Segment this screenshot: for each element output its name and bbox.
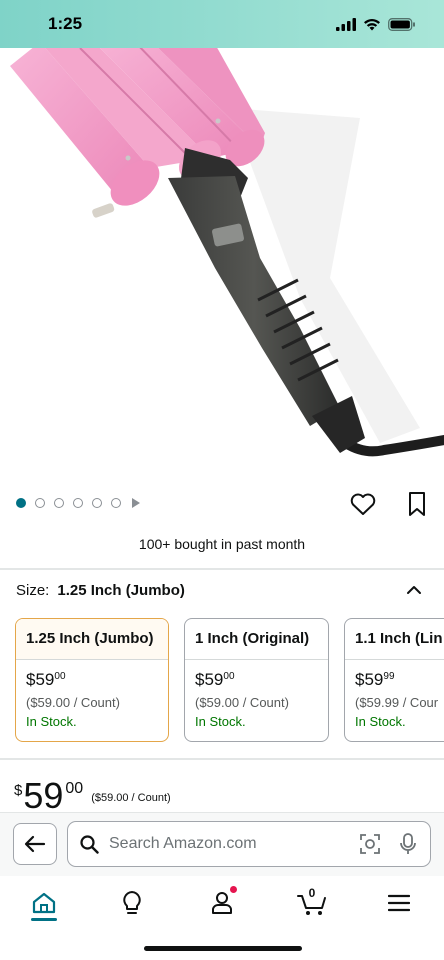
wishlist-heart-icon[interactable] (350, 492, 376, 516)
nav-home[interactable] (29, 888, 59, 918)
main-price: $ 59 00 ($59.00 / Count) (14, 778, 171, 814)
price-symbol: $ (14, 782, 23, 799)
nav-account[interactable] (207, 885, 238, 918)
status-time: 1:25 (48, 14, 83, 33)
notification-dot (229, 885, 238, 894)
size-option-card[interactable]: 1 Inch (Original) $5900 ($59.00 / Count)… (184, 618, 329, 742)
size-selected-value: 1.25 Inch (Jumbo) (57, 582, 185, 599)
carousel-dot[interactable] (16, 498, 26, 508)
status-icons (336, 17, 416, 31)
price-unit: ($59.00 / Count) (91, 792, 171, 804)
nav-active-indicator (31, 918, 57, 921)
size-option-name: 1 Inch (Original) (185, 619, 328, 660)
carousel-dot[interactable] (35, 498, 45, 508)
search-icon (80, 834, 99, 854)
size-selector-header[interactable]: Size: 1.25 Inch (Jumbo) (16, 582, 428, 599)
battery-icon (388, 17, 415, 31)
cart-count: 0 (308, 886, 316, 900)
size-options-scroller[interactable]: 1.25 Inch (Jumbo) $5900 ($59.00 / Count)… (15, 618, 444, 744)
video-play-icon[interactable] (132, 498, 140, 508)
menu-icon (388, 894, 410, 912)
size-option-stock: In Stock. (195, 714, 246, 729)
arrow-left-icon (24, 835, 46, 853)
size-option-unit-price: ($59.00 / Count) (26, 695, 120, 710)
size-option-price: $5999 (355, 670, 395, 689)
price-whole: 59 (23, 775, 64, 816)
back-button[interactable] (13, 823, 57, 865)
size-option-price: $5900 (26, 670, 66, 689)
section-divider (0, 758, 444, 760)
carousel-dot[interactable] (92, 498, 102, 508)
size-option-unit-price: ($59.99 / Cour (355, 695, 439, 710)
chevron-up-icon[interactable] (406, 582, 422, 598)
status-bar: 1:25 (0, 0, 444, 48)
bought-past-month: 100+ bought in past month (138, 536, 306, 552)
home-indicator (144, 946, 302, 951)
search-input[interactable]: Search Amazon.com (67, 821, 431, 867)
nav-menu[interactable] (384, 888, 414, 918)
size-option-card[interactable]: 1.1 Inch (Lin $5999 ($59.99 / Cour In St… (344, 618, 444, 742)
size-option-price: $5900 (195, 670, 235, 689)
camera-lens-icon[interactable] (360, 834, 380, 854)
hair-waver-image (10, 48, 444, 457)
size-label: Size: (16, 582, 50, 599)
size-option-card[interactable]: 1.25 Inch (Jumbo) $5900 ($59.00 / Count)… (15, 618, 169, 742)
nav-inspire[interactable] (117, 888, 147, 918)
size-option-name: 1.1 Inch (Lin (345, 619, 444, 660)
nav-cart[interactable]: 0 (297, 886, 327, 918)
lightbulb-icon (123, 891, 141, 914)
wifi-icon (364, 18, 380, 30)
carousel-dot[interactable] (73, 498, 83, 508)
size-option-name: 1.25 Inch (Jumbo) (16, 619, 168, 660)
carousel-dot[interactable] (111, 498, 121, 508)
account-icon (212, 892, 232, 914)
image-carousel-dots[interactable] (16, 498, 140, 508)
search-bar-area: Search Amazon.com (0, 812, 444, 876)
carousel-dot[interactable] (54, 498, 64, 508)
price-fraction: 00 (65, 780, 84, 797)
home-icon (32, 892, 56, 914)
section-divider (0, 568, 444, 570)
microphone-icon[interactable] (400, 833, 416, 855)
size-option-stock: In Stock. (355, 714, 406, 729)
size-option-stock: In Stock. (26, 714, 77, 729)
signal-icon (336, 17, 356, 31)
search-placeholder: Search Amazon.com (109, 835, 257, 852)
product-image[interactable] (0, 48, 444, 488)
bookmark-icon[interactable] (406, 490, 428, 518)
size-option-unit-price: ($59.00 / Count) (195, 695, 289, 710)
